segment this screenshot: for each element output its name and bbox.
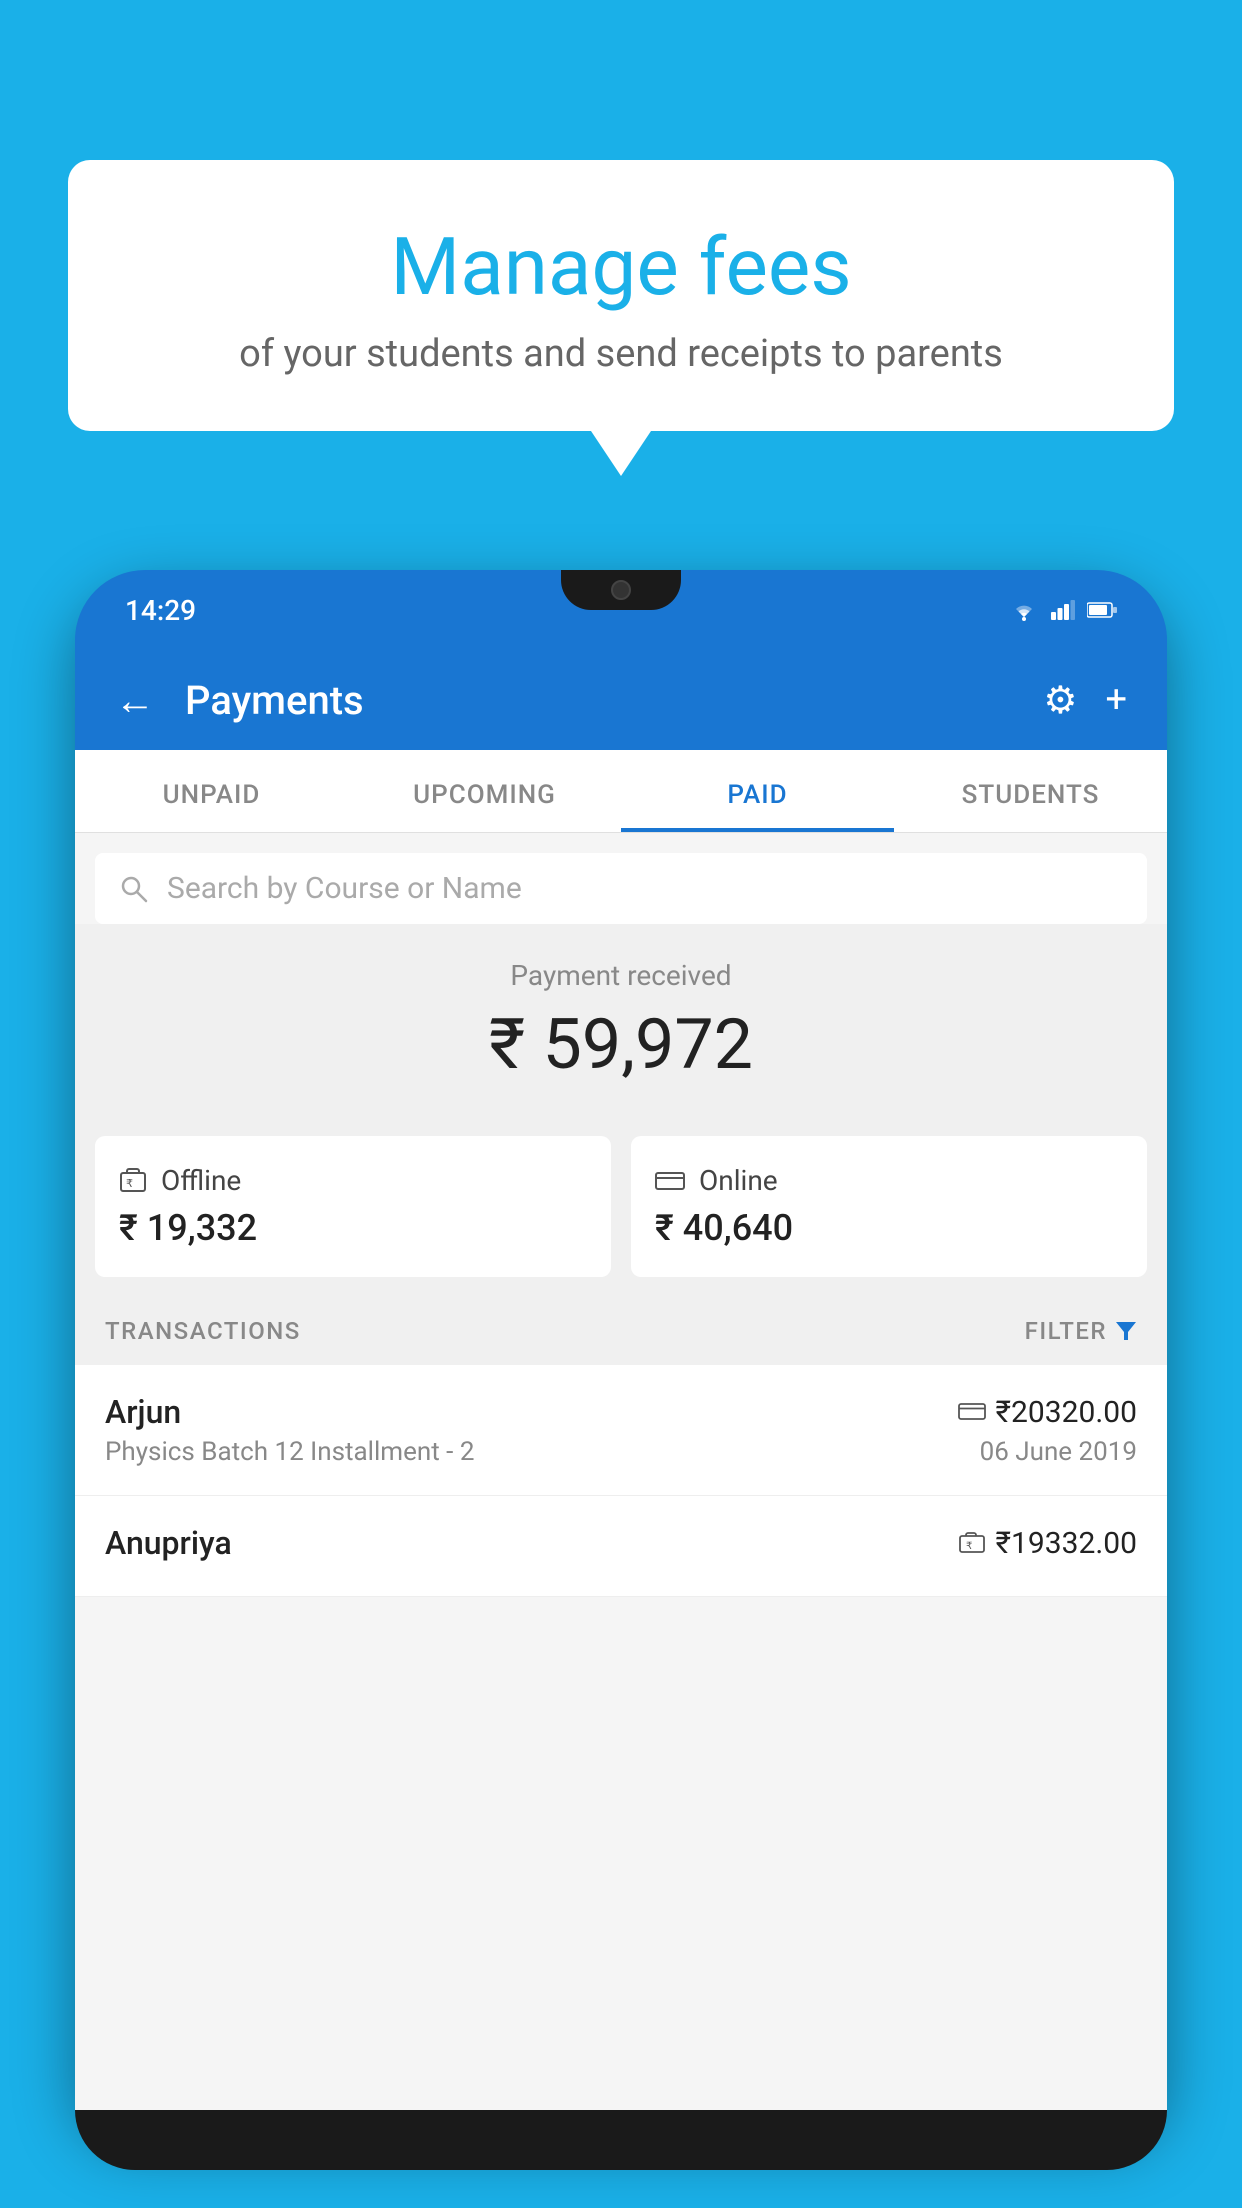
svg-text:₹: ₹ bbox=[126, 1178, 133, 1190]
offline-card-header: ₹ Offline bbox=[119, 1164, 587, 1197]
tab-students[interactable]: STUDENTS bbox=[894, 750, 1167, 832]
transaction-name: Arjun bbox=[105, 1393, 181, 1431]
transaction-row[interactable]: Anupriya ₹ ₹19332.00 bbox=[75, 1496, 1167, 1597]
transaction-bottom: Physics Batch 12 Installment - 2 06 June… bbox=[105, 1437, 1137, 1467]
bubble-title: Manage fees bbox=[118, 220, 1124, 314]
transactions-label: TRANSACTIONS bbox=[105, 1317, 301, 1345]
transaction-date: 06 June 2019 bbox=[980, 1437, 1137, 1467]
transactions-header: TRANSACTIONS FILTER bbox=[75, 1297, 1167, 1365]
settings-icon[interactable]: ⚙ bbox=[1043, 678, 1077, 723]
search-bar[interactable]: Search by Course or Name bbox=[95, 853, 1147, 924]
transaction-amount: ₹20320.00 bbox=[996, 1395, 1137, 1430]
transaction-payment-icon bbox=[958, 1402, 986, 1422]
online-amount: ₹ 40,640 bbox=[655, 1207, 1123, 1249]
app-header: ← Payments ⚙ + bbox=[75, 650, 1167, 750]
svg-text:₹: ₹ bbox=[966, 1541, 972, 1552]
online-icon bbox=[655, 1170, 685, 1192]
transaction-top: Anupriya ₹ ₹19332.00 bbox=[105, 1524, 1137, 1562]
header-icons: ⚙ + bbox=[1043, 678, 1127, 723]
phone-screen: ← Payments ⚙ + UNPAID UPCOMING PAID bbox=[75, 650, 1167, 2110]
transaction-row[interactable]: Arjun ₹20320.00 Physics Batch 12 Install… bbox=[75, 1365, 1167, 1496]
offline-amount: ₹ 19,332 bbox=[119, 1207, 587, 1249]
transaction-amount-container: ₹20320.00 bbox=[958, 1395, 1137, 1430]
status-time: 14:29 bbox=[125, 594, 196, 627]
filter-icon bbox=[1115, 1320, 1137, 1342]
search-placeholder: Search by Course or Name bbox=[167, 871, 522, 906]
signal-icon bbox=[1051, 600, 1075, 620]
offline-card: ₹ Offline ₹ 19,332 bbox=[95, 1136, 611, 1277]
online-card: Online ₹ 40,640 bbox=[631, 1136, 1147, 1277]
offline-label: Offline bbox=[161, 1164, 241, 1197]
transaction-course: Physics Batch 12 Installment - 2 bbox=[105, 1437, 474, 1467]
phone-frame: 14:29 bbox=[75, 570, 1167, 2130]
camera bbox=[611, 580, 631, 600]
search-icon bbox=[119, 874, 149, 904]
tabs-container: UNPAID UPCOMING PAID STUDENTS bbox=[75, 750, 1167, 833]
online-label: Online bbox=[699, 1164, 778, 1197]
transaction-amount-container: ₹ ₹19332.00 bbox=[958, 1526, 1137, 1561]
status-bar: 14:29 bbox=[75, 570, 1167, 650]
bubble-subtitle: of your students and send receipts to pa… bbox=[118, 332, 1124, 376]
payment-cards: ₹ Offline ₹ 19,332 bbox=[75, 1116, 1167, 1297]
online-card-header: Online bbox=[655, 1164, 1123, 1197]
payment-section: Payment received ₹ 59,972 bbox=[75, 924, 1167, 1116]
status-icons bbox=[1009, 599, 1117, 621]
speech-bubble: Manage fees of your students and send re… bbox=[68, 160, 1174, 431]
back-button[interactable]: ← bbox=[115, 677, 155, 724]
tab-paid[interactable]: PAID bbox=[621, 750, 894, 832]
offline-icon: ₹ bbox=[119, 1167, 147, 1195]
notch bbox=[561, 570, 681, 610]
transaction-name: Anupriya bbox=[105, 1524, 232, 1562]
transaction-payment-icon: ₹ bbox=[958, 1532, 986, 1554]
payment-label: Payment received bbox=[95, 959, 1147, 992]
battery-icon bbox=[1087, 602, 1117, 618]
add-icon[interactable]: + bbox=[1105, 678, 1127, 722]
tab-unpaid[interactable]: UNPAID bbox=[75, 750, 348, 832]
header-title: Payments bbox=[185, 677, 1013, 724]
wifi-icon bbox=[1009, 599, 1039, 621]
tab-upcoming[interactable]: UPCOMING bbox=[348, 750, 621, 832]
phone-container: 14:29 bbox=[75, 570, 1167, 2208]
filter-button[interactable]: FILTER bbox=[1025, 1317, 1137, 1345]
content-area: Search by Course or Name Payment receive… bbox=[75, 833, 1167, 2110]
phone-bottom bbox=[75, 2110, 1167, 2170]
transaction-top: Arjun ₹20320.00 bbox=[105, 1393, 1137, 1431]
speech-bubble-container: Manage fees of your students and send re… bbox=[68, 160, 1174, 431]
payment-amount: ₹ 59,972 bbox=[95, 1004, 1147, 1086]
transaction-amount: ₹19332.00 bbox=[996, 1526, 1137, 1561]
